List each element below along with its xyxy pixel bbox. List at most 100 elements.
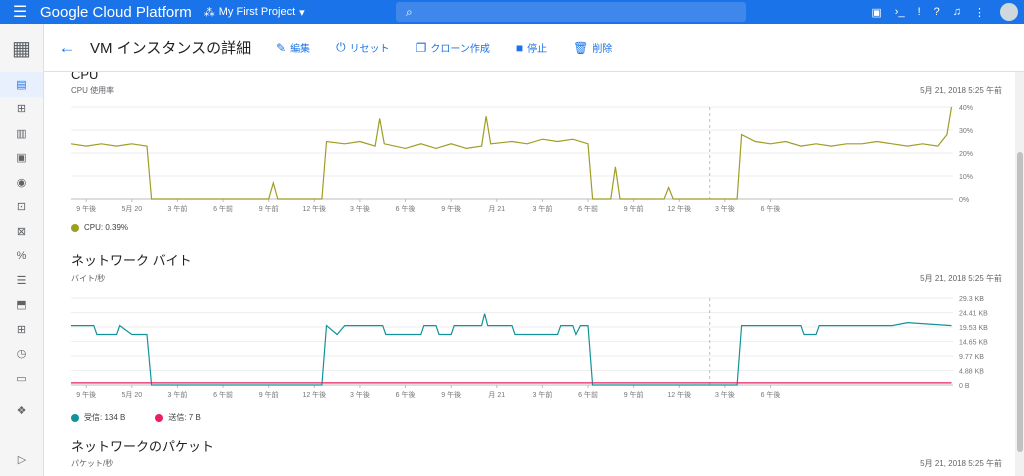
x-tick-label: 12 午後 (667, 390, 691, 399)
disks-icon[interactable]: ◉ (0, 170, 43, 195)
brand-title[interactable]: Google Cloud Platform (40, 4, 192, 21)
copy-icon: ❐ (415, 40, 427, 55)
edit-label: 編集 (290, 44, 311, 55)
legend-item-received[interactable]: 受信: 134 B (71, 412, 125, 423)
top-app-bar: ☰ Google Cloud Platform ⁂ My First Proje… (0, 0, 1024, 24)
x-tick-label: 3 午後 (715, 204, 735, 213)
x-tick-label: 6 午後 (761, 204, 781, 213)
cloud-shell-icon[interactable]: ›_ (895, 6, 905, 18)
x-tick-label: 3 午前 (532, 390, 552, 399)
search-input[interactable]: ⌕ (396, 2, 746, 22)
cpu-legend: CPU: 0.39% (71, 223, 128, 232)
x-tick-label: 12 午後 (302, 390, 326, 399)
page-title: VM インスタンスの詳細 (90, 40, 252, 57)
network-bytes-legend: 受信: 134 B 送信: 7 B (71, 412, 201, 423)
x-tick-label: 9 午前 (259, 390, 279, 399)
network-bytes-timestamp: 5月 21, 2018 5:25 午前 (920, 274, 1002, 283)
edit-button[interactable]: ✎ 編集 (276, 40, 311, 56)
main-content: CPU CPU 使用率 5月 21, 2018 5:25 午前 40% 30% 20… (44, 72, 1024, 476)
cpu-subtitle: CPU 使用率 (71, 86, 115, 95)
clone-button[interactable]: ❐ クローン作成 (415, 40, 490, 56)
x-tick-label: 6 午後 (761, 390, 781, 399)
x-tick-label: 3 午前 (532, 204, 552, 213)
series-line (71, 313, 952, 386)
compute-engine-icon[interactable]: ▦ (0, 24, 43, 72)
sole-tenant-icon[interactable]: ▣ (0, 146, 43, 171)
y-tick-label: 14.65 KB (959, 340, 988, 347)
x-tick-label: 9 午前 (624, 390, 644, 399)
y-tick-label: 19.53 KB (959, 325, 988, 332)
left-nav-rail: ▦ ▤ ⊞ ▥ ▣ ◉ ⊡ ⊠ % ☰ ⬒ ⊞ ◷ ▭ ❖ ▷ (0, 24, 44, 476)
commitments-icon[interactable]: ☰ (0, 268, 43, 293)
collapse-icon[interactable]: ▷ (0, 453, 44, 466)
support-icon[interactable]: ! (918, 6, 921, 18)
x-tick-label: 6 午前 (213, 204, 233, 213)
x-tick-label: 3 午後 (350, 204, 370, 213)
x-tick-label: 9 午後 (76, 204, 96, 213)
x-tick-label: 6 午後 (396, 204, 416, 213)
project-picker[interactable]: ⁂ My First Project ▾ (204, 6, 305, 19)
notifications-icon[interactable]: ♫ (953, 6, 961, 18)
x-tick-label: 6 午後 (396, 390, 416, 399)
help-icon[interactable]: ? (934, 6, 940, 18)
network-bytes-chart-svg: 29.3 KB 24.41 KB 19.53 KB 14.65 KB 9.77 KB 4.… (71, 296, 988, 399)
back-arrow-icon[interactable]: ← (44, 38, 90, 58)
network-bytes-chart[interactable]: 29.3 KB 24.41 KB 19.53 KB 14.65 KB 9.77 KB 4.… (71, 290, 1001, 405)
x-tick-label: 5月 20 (122, 205, 143, 213)
y-tick-label: 30% (959, 128, 973, 135)
project-name: My First Project (218, 6, 296, 18)
more-vert-icon[interactable]: ⋮ (974, 6, 985, 19)
legend-label: 送信: 7 B (168, 413, 201, 422)
legend-label: 受信: 134 B (84, 413, 126, 422)
network-packets-timestamp: 5月 21, 2018 5:25 午前 (920, 459, 1002, 468)
stop-button[interactable]: ■ 停止 (515, 40, 548, 56)
cpu-chart-svg: 40% 30% 20% 10% 0% 9 午後 5月 20 3 午前 6 午前 9 午前 12 午後… (71, 105, 973, 213)
marketplace-icon[interactable]: ❖ (0, 399, 43, 424)
account-icon[interactable] (1000, 3, 1018, 21)
project-picker-icon: ⁂ (203, 6, 215, 19)
stop-label: 停止 (527, 44, 548, 55)
instance-templates-icon[interactable]: ▥ (0, 121, 43, 146)
legend-label: CPU: 0.39% (84, 223, 129, 232)
y-tick-label: 4.88 KB (959, 369, 984, 376)
gift-icon[interactable]: ▣ (871, 6, 881, 19)
power-icon: ⏻ (336, 40, 346, 54)
chevron-down-icon: ▾ (299, 6, 305, 19)
health-checks-icon[interactable]: ⊞ (0, 317, 43, 342)
instance-groups-icon[interactable]: ⊞ (0, 97, 43, 122)
x-tick-label: 6 午前 (213, 390, 233, 399)
settings-icon[interactable]: ▭ (0, 366, 43, 391)
network-packets-title: ネットワークのパケット (71, 439, 215, 454)
legend-item-cpu[interactable]: CPU: 0.39% (71, 223, 128, 232)
x-tick-label: 6 午前 (578, 390, 598, 399)
x-tick-label: 3 午前 (168, 390, 188, 399)
scrollbar[interactable] (1015, 72, 1024, 476)
tpus-icon[interactable]: % (0, 244, 43, 269)
reset-button[interactable]: ⏻ リセット (336, 40, 390, 55)
y-tick-label: 40% (959, 105, 973, 112)
cpu-chart[interactable]: 40% 30% 20% 10% 0% 9 午後 5月 20 3 午前 6 午前 9 午前 12 午後… (71, 99, 1001, 219)
legend-item-sent[interactable]: 送信: 7 B (155, 412, 201, 423)
menu-icon[interactable]: ☰ (0, 0, 40, 24)
delete-button[interactable]: 🗑 削除 (573, 40, 612, 56)
network-packets-subtitle: パケット/秒 (71, 459, 114, 468)
network-bytes-title: ネットワーク バイト (71, 253, 192, 268)
clone-label: クローン作成 (430, 44, 490, 55)
page-toolbar: ← VM インスタンスの詳細 ✎ 編集 ⏻ リセット ❐ クローン作成 ■ 停止… (44, 24, 1024, 72)
cpu-timestamp: 5月 21, 2018 5:25 午前 (920, 86, 1002, 95)
search-icon: ⌕ (406, 4, 413, 19)
cpu-title: CPU (71, 72, 99, 82)
x-tick-label: 9 午後 (441, 204, 461, 213)
images-icon[interactable]: ⊠ (0, 219, 43, 244)
zones-icon[interactable]: ◷ (0, 342, 43, 367)
metadata-icon[interactable]: ⬒ (0, 293, 43, 318)
x-tick-label: 3 午前 (168, 204, 188, 213)
scrollbar-thumb[interactable] (1017, 152, 1023, 452)
vm-instances-icon[interactable]: ▤ (0, 72, 43, 97)
snapshots-icon[interactable]: ⊡ (0, 195, 43, 220)
y-tick-label: 24.41 KB (959, 311, 988, 318)
stop-icon: ■ (515, 40, 524, 55)
y-tick-label: 9.77 KB (959, 354, 984, 361)
x-tick-label: 3 午後 (715, 390, 735, 399)
network-bytes-subtitle: バイト/秒 (71, 274, 106, 283)
